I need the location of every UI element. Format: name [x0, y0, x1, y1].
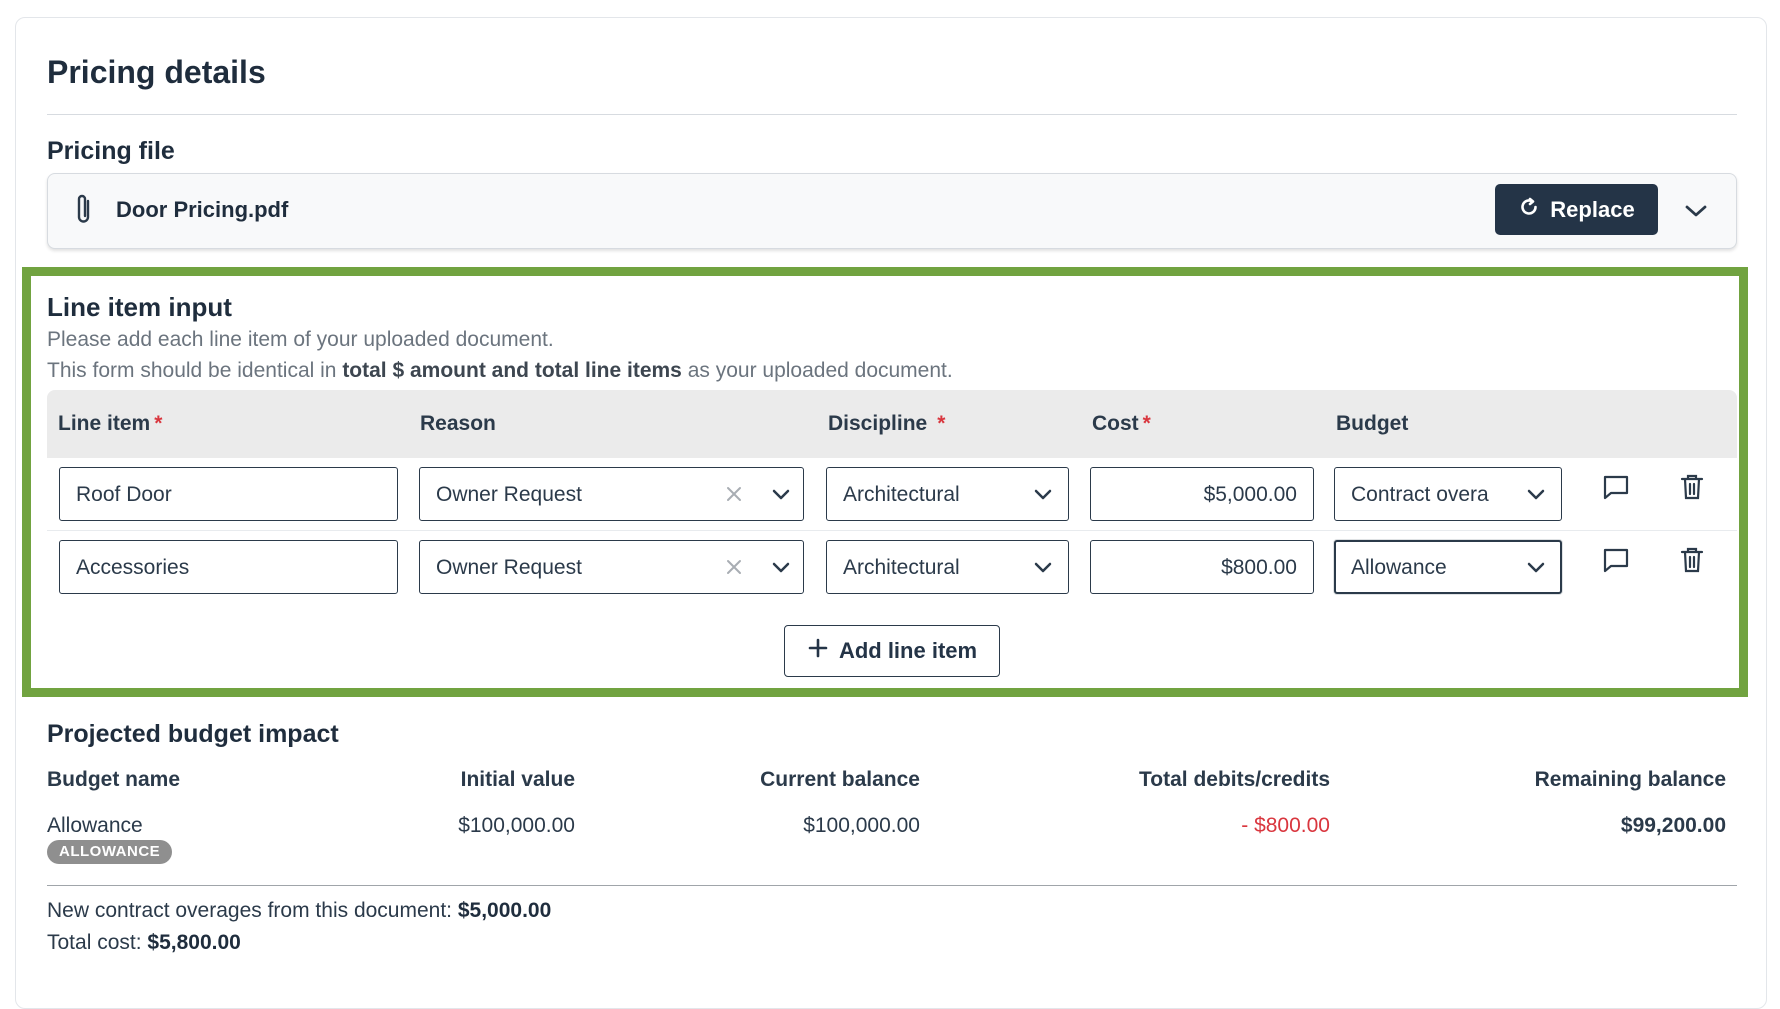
budget-name-value: Allowance: [47, 814, 143, 837]
divider: [47, 114, 1737, 115]
header-remaining-balance: Remaining balance: [1534, 768, 1726, 791]
chevron-down-icon[interactable]: [1526, 558, 1546, 584]
line-item-instruction: This form should be identical in total $…: [47, 359, 953, 382]
table-row: Accessories Owner Request Architectural …: [47, 531, 1737, 603]
budget-select[interactable]: Allowance: [1334, 540, 1562, 594]
remaining-balance-value: $99,200.00: [1620, 814, 1726, 837]
chevron-down-icon[interactable]: [1033, 558, 1053, 584]
header-budget-name: Budget name: [47, 768, 181, 791]
pricing-file-box: Door Pricing.pdf Replace: [47, 173, 1737, 249]
refresh-icon: [1518, 196, 1540, 224]
reason-select[interactable]: Owner Request: [419, 540, 804, 594]
budget-select[interactable]: Contract overa: [1334, 467, 1562, 521]
cost-input[interactable]: $5,000.00: [1090, 467, 1314, 521]
col-discipline: Discipline *: [828, 412, 946, 435]
comment-icon[interactable]: [1602, 546, 1630, 579]
line-item-title: Line item input: [47, 292, 232, 322]
status-badge: ALLOWANCE: [47, 840, 173, 864]
chevron-down-icon[interactable]: [771, 558, 791, 584]
header-initial-value: Initial value: [460, 768, 575, 791]
col-reason: Reason: [420, 412, 496, 435]
chevron-down-icon[interactable]: [1683, 198, 1709, 229]
close-icon[interactable]: [725, 558, 743, 582]
table-header: Line item * Reason Discipline * Cost * Budg…: [47, 390, 1737, 458]
discipline-select[interactable]: Architectural: [826, 467, 1069, 521]
chevron-down-icon[interactable]: [771, 485, 791, 511]
chevron-down-icon[interactable]: [1033, 485, 1053, 511]
current-balance-value: $100,000.00: [803, 814, 920, 837]
discipline-select[interactable]: Architectural: [826, 540, 1069, 594]
col-cost: Cost *: [1092, 412, 1151, 435]
divider: [47, 885, 1737, 886]
contract-overages-summary: New contract overages from this document…: [47, 899, 552, 922]
plus-icon: [807, 637, 829, 665]
total-cost-summary: Total cost: $5,800.00: [47, 931, 241, 954]
chevron-down-icon[interactable]: [1526, 485, 1546, 511]
initial-value: $100,000.00: [458, 814, 575, 837]
header-current-balance: Current balance: [760, 768, 920, 791]
total-debits-value: - $800.00: [1241, 814, 1330, 837]
paperclip-icon: [74, 192, 94, 233]
budget-impact-title: Projected budget impact: [47, 720, 339, 748]
col-budget: Budget: [1336, 412, 1409, 435]
page-title: Pricing details: [47, 54, 266, 90]
comment-icon[interactable]: [1602, 473, 1630, 506]
line-item-input[interactable]: Accessories: [59, 540, 398, 594]
trash-icon[interactable]: [1680, 546, 1704, 579]
line-item-description: Please add each line item of your upload…: [47, 328, 554, 351]
replace-button[interactable]: Replace: [1495, 184, 1658, 235]
replace-label: Replace: [1550, 196, 1635, 222]
line-item-input[interactable]: Roof Door: [59, 467, 398, 521]
header-total-debits-credits: Total debits/credits: [1139, 768, 1330, 791]
table-row: Roof Door Owner Request Architectural $5…: [47, 458, 1737, 531]
add-line-item-label: Add line item: [838, 638, 978, 663]
add-line-item-button[interactable]: Add line item: [784, 625, 1000, 677]
reason-select[interactable]: Owner Request: [419, 467, 804, 521]
cost-input[interactable]: $800.00: [1090, 540, 1314, 594]
trash-icon[interactable]: [1680, 473, 1704, 506]
close-icon[interactable]: [725, 485, 743, 509]
file-name[interactable]: Door Pricing.pdf: [116, 197, 288, 223]
col-line-item: Line item *: [58, 412, 163, 435]
pricing-file-label: Pricing file: [47, 137, 175, 165]
line-items-table: Line item * Reason Discipline * Cost * Budg…: [47, 390, 1737, 603]
